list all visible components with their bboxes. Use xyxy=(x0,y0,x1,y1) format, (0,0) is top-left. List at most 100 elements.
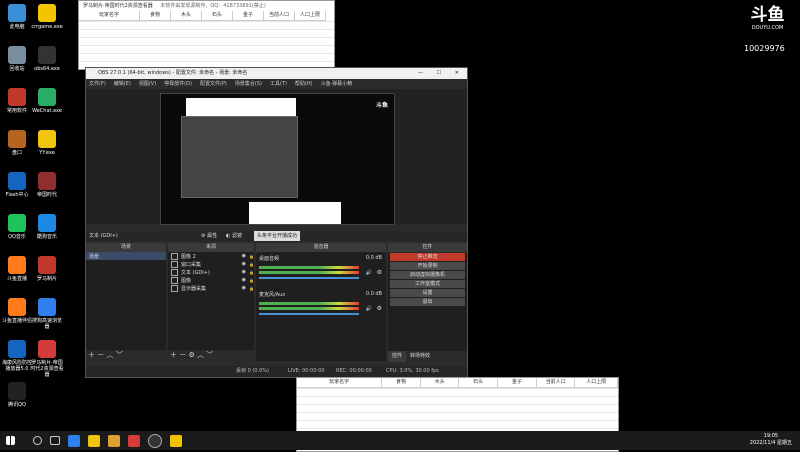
properties-button[interactable]: ⚙ 属性 xyxy=(201,231,217,241)
desktop-icon[interactable]: 海康风险防控播放器5.0 xyxy=(0,340,34,372)
clock-time[interactable]: 19:05 xyxy=(750,433,792,440)
move-up-icon[interactable]: ︿ xyxy=(106,351,113,359)
move-down-icon[interactable]: ﹀ xyxy=(206,351,213,359)
desktop-icon[interactable]: 斗鱼直播 xyxy=(0,256,34,282)
maximize-icon[interactable]: ☐ xyxy=(437,68,441,79)
close-icon[interactable]: ✕ xyxy=(455,68,459,79)
remove-source-icon[interactable]: － xyxy=(179,351,186,359)
resource-viewer-window[interactable]: 罗马制片·帝国时代2资源查看器 本软件由发现源制作，QQ：418733891(禁… xyxy=(78,0,335,70)
add-scene-icon[interactable]: ＋ xyxy=(88,351,95,359)
column-header[interactable]: 玩家名字 xyxy=(297,378,383,388)
column-header[interactable]: 人口上限 xyxy=(295,11,326,21)
windows-start-icon[interactable] xyxy=(6,436,15,445)
speaker-icon[interactable]: 🔊 xyxy=(366,306,372,312)
source-item[interactable]: 图像 ◉ 🔒 xyxy=(168,276,254,284)
source-item[interactable]: 文本 (GDI+) ◉ 🔒 xyxy=(168,268,254,276)
menu-item[interactable]: 帮助(H) xyxy=(295,79,313,89)
control-button[interactable]: 工作室模式 xyxy=(390,280,465,288)
control-button[interactable]: 开始录制 xyxy=(390,262,465,270)
column-header[interactable]: 当前人口 xyxy=(264,11,295,21)
menu-item[interactable]: 工具(T) xyxy=(270,79,287,89)
column-header[interactable]: 当前人口 xyxy=(536,378,576,388)
source-item[interactable]: 显示器采集 ◉ 🔒 xyxy=(168,284,254,292)
control-button[interactable]: 启动虚拟摄像机 xyxy=(390,271,465,279)
filters-button[interactable]: ◐ 滤镜 xyxy=(226,231,242,241)
search-icon[interactable] xyxy=(33,436,42,445)
desktop-icon[interactable]: 此电脑 xyxy=(0,4,34,30)
minimize-icon[interactable]: — xyxy=(418,68,423,79)
menu-item[interactable]: 停靠部件(D) xyxy=(164,79,192,89)
clock-date[interactable]: 2022/11/4 星期五 xyxy=(750,440,792,447)
column-header[interactable]: 木头 xyxy=(420,378,460,388)
desktop-icon[interactable]: QQ音乐 xyxy=(0,214,34,240)
desktop-icon[interactable]: WeChat.exe xyxy=(30,88,64,114)
eye-icon[interactable]: ◉ xyxy=(242,261,246,267)
column-header[interactable]: 食物 xyxy=(140,11,171,21)
remove-scene-icon[interactable]: － xyxy=(97,351,104,359)
volume-slider[interactable] xyxy=(259,277,359,279)
desktop-icon[interactable]: 罗马制片·帝国时代2资源查看器 xyxy=(30,340,64,378)
desktop-icon[interactable]: 罗马制片 xyxy=(30,256,64,282)
lock-icon[interactable]: 🔒 xyxy=(249,286,254,291)
control-button[interactable]: 退出 xyxy=(390,298,465,306)
taskbar-app-browser-icon[interactable] xyxy=(68,434,80,447)
column-header[interactable]: 人口上限 xyxy=(575,378,619,388)
volume-slider[interactable] xyxy=(259,313,359,315)
move-up-icon[interactable]: ︿ xyxy=(197,351,204,359)
obs-window[interactable]: OBS 27.0.1 (64-bit, windows) - 配置文件: 未命名… xyxy=(85,67,468,378)
add-source-icon[interactable]: ＋ xyxy=(170,351,177,359)
desktop-icon[interactable]: 帝国时代 xyxy=(30,172,64,198)
column-header[interactable]: 石头 xyxy=(459,378,499,388)
desktop-icon[interactable]: 回收站 xyxy=(0,46,34,72)
desktop-icon[interactable]: 腾讯QQ xyxy=(0,382,34,408)
scene-item[interactable]: 场景 xyxy=(86,252,166,260)
column-header[interactable]: 玩家名字 xyxy=(79,11,140,21)
taskbar-app-folder-icon[interactable] xyxy=(108,434,120,447)
tab-transitions[interactable]: 转场特效 xyxy=(406,351,434,362)
taskbar-app-yy-icon[interactable] xyxy=(88,434,100,447)
menu-item[interactable]: 文件(F) xyxy=(89,79,106,89)
gear-icon[interactable]: ⚙ xyxy=(377,269,382,276)
source-item[interactable]: 窗口采集 ◉ 🔒 xyxy=(168,260,254,268)
desktop-icon[interactable]: 斗鱼直播伴侣 xyxy=(0,298,34,324)
taskbar-app-red-icon[interactable] xyxy=(128,434,140,447)
gear-icon[interactable]: ⚙ xyxy=(377,305,382,312)
column-header[interactable]: 金子 xyxy=(498,378,537,388)
lock-icon[interactable]: 🔒 xyxy=(249,270,254,275)
eye-icon[interactable]: ◉ xyxy=(242,253,246,259)
lock-icon[interactable]: 🔒 xyxy=(249,278,254,283)
lock-icon[interactable]: 🔒 xyxy=(249,254,254,259)
desktop-icon[interactable]: crrgame.exe xyxy=(30,4,64,30)
menu-item[interactable]: 场景集合(S) xyxy=(235,79,262,89)
column-header[interactable]: 木头 xyxy=(171,11,202,21)
gear-icon[interactable]: ⚙ xyxy=(188,351,194,359)
column-header[interactable]: 金子 xyxy=(233,11,264,21)
eye-icon[interactable]: ◉ xyxy=(242,277,246,283)
eye-icon[interactable]: ◉ xyxy=(242,285,246,291)
menu-item[interactable]: 编辑(E) xyxy=(114,79,131,89)
menu-item[interactable]: 配置文件(P) xyxy=(200,79,227,89)
eye-icon[interactable]: ◉ xyxy=(242,269,246,275)
control-button[interactable]: 设置 xyxy=(390,289,465,297)
tab-controls[interactable]: 控件 xyxy=(388,351,407,362)
menu-item[interactable]: 斗鱼·弹幕小精 xyxy=(321,79,353,89)
desktop-icon[interactable]: 酷狗音乐 xyxy=(30,214,64,240)
desktop-icon[interactable]: 盘口 xyxy=(0,130,34,156)
source-item[interactable]: 图像 2 ◉ 🔒 xyxy=(168,252,254,260)
preview-canvas[interactable]: 斗鱼 xyxy=(160,93,395,225)
desktop-icon[interactable]: 常用软件 xyxy=(0,88,34,114)
desktop-icon[interactable]: 搜狗高速浏览器 xyxy=(30,298,64,330)
menu-item[interactable]: 视图(V) xyxy=(139,79,156,89)
control-button[interactable]: 停止推流 xyxy=(390,253,465,261)
lock-icon[interactable]: 🔒 xyxy=(249,262,254,267)
task-view-icon[interactable] xyxy=(50,436,60,445)
desktop-icon[interactable]: YY.exe xyxy=(30,130,64,156)
speaker-icon[interactable]: 🔊 xyxy=(366,270,372,276)
column-header[interactable]: 食物 xyxy=(382,378,421,388)
desktop-icon[interactable]: obs64.exe xyxy=(30,46,64,72)
taskbar-app-yy2-icon[interactable] xyxy=(170,434,182,447)
taskbar-app-obs-icon[interactable] xyxy=(148,433,162,448)
column-header[interactable]: 石头 xyxy=(202,11,233,21)
move-down-icon[interactable]: ﹀ xyxy=(116,351,123,359)
desktop-icon[interactable]: Flash中心 xyxy=(0,172,34,198)
